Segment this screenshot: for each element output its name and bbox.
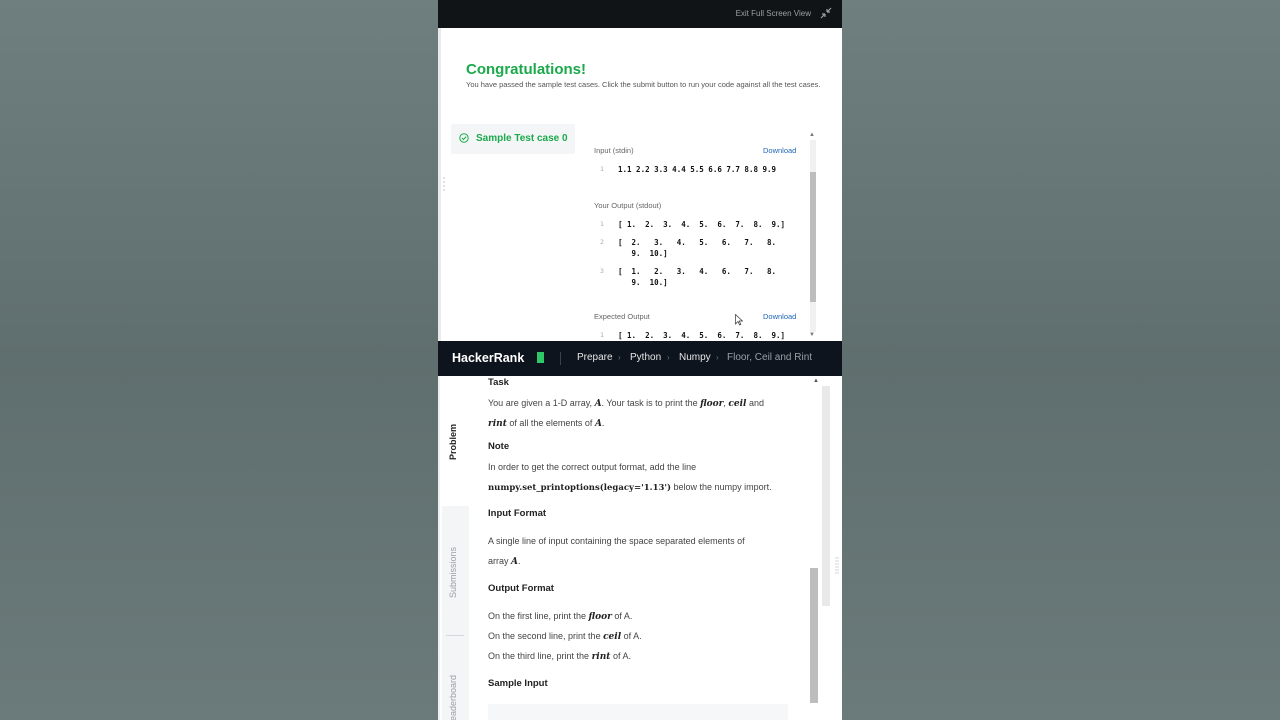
note-heading: Note xyxy=(488,441,510,452)
scroll-track[interactable] xyxy=(822,386,830,606)
resize-handle-icon[interactable] xyxy=(834,556,840,578)
breadcrumb-numpy[interactable]: Numpy xyxy=(679,352,711,363)
input-download-link[interactable]: Download xyxy=(763,146,796,155)
tab-submissions[interactable]: Submissions xyxy=(448,547,458,598)
scroll-thumb[interactable] xyxy=(810,172,816,302)
task-heading: Task xyxy=(488,377,509,388)
test-case-label: Sample Test case 0 xyxy=(476,133,568,144)
task-line-2: rint of all the elements of A. xyxy=(488,418,605,429)
code-line: 1[ 1. 2. 3. 4. 5. 6. 7. 8. 9.] xyxy=(600,331,786,340)
task-line-1: You are given a 1-D array, A. Your task … xyxy=(488,398,764,409)
problem-scrollbar[interactable]: ▲ xyxy=(810,378,832,720)
chevron-right-icon: › xyxy=(667,353,670,362)
fullscreen-topbar: Exit Full Screen View xyxy=(438,0,842,28)
input-format-line-2: array A. xyxy=(488,556,521,567)
output-format-heading: Output Format xyxy=(488,583,554,594)
input-label: Input (stdin) xyxy=(594,146,634,155)
output-format-line-2: On the second line, print the ceil of A. xyxy=(488,631,642,642)
test-result-panel: Congratulations! You have passed the sam… xyxy=(438,28,842,341)
collapse-icon[interactable] xyxy=(820,7,832,19)
logo-mark-icon xyxy=(537,352,544,363)
tab-sample-test-case-0[interactable]: Sample Test case 0 xyxy=(451,124,575,154)
tab-problem[interactable]: Problem xyxy=(448,424,458,460)
input-code-block: 1 1.1 2.2 3.3 4.4 5.5 6.6 7.7 8.8 9.9 xyxy=(594,164,816,175)
output-format-line-1: On the first line, print the floor of A. xyxy=(488,611,633,622)
side-tab-bar: Problem Submissions Leaderboard xyxy=(438,376,470,720)
code-line: 3[ 1. 2. 3. 4. 6. 7. 8. 9. 10.] xyxy=(600,267,777,287)
expected-label: Expected Output xyxy=(594,312,650,321)
expected-code-block: 1[ 1. 2. 3. 4. 5. 6. 7. 8. 9.] xyxy=(594,330,816,341)
check-circle-icon xyxy=(459,133,469,143)
sample-input-heading: Sample Input xyxy=(488,678,548,689)
chevron-right-icon: › xyxy=(716,353,719,362)
input-format-line-1: A single line of input containing the sp… xyxy=(488,536,745,546)
drag-handle-icon[interactable] xyxy=(442,175,446,195)
code-line: 2[ 2. 3. 4. 5. 6. 7. 8. 9. 10.] xyxy=(600,238,777,258)
problem-panel: Problem Submissions Leaderboard Task You… xyxy=(438,376,842,720)
breadcrumb-prepare[interactable]: Prepare xyxy=(577,352,613,363)
nav-divider xyxy=(560,352,561,365)
note-line-1: In order to get the correct output forma… xyxy=(488,462,697,472)
output-label: Your Output (stdout) xyxy=(594,201,662,210)
scroll-thumb[interactable] xyxy=(810,568,818,703)
top-navbar: HackerRank Prepare › Python › Numpy › Fl… xyxy=(438,341,842,376)
output-code-block: 1[ 1. 2. 3. 4. 5. 6. 7. 8. 9.] 2[ 2. 3. … xyxy=(594,219,816,288)
hackerrank-screen: Exit Full Screen View Congratulations! Y… xyxy=(438,0,842,720)
congrats-title: Congratulations! xyxy=(466,61,586,78)
note-line-2: numpy.set_printoptions(legacy='1.13') be… xyxy=(488,482,772,493)
code-line: 1[ 1. 2. 3. 4. 5. 6. 7. 8. 9.] xyxy=(600,220,786,229)
sample-input-box xyxy=(488,704,788,720)
side-tab-divider xyxy=(446,635,464,636)
input-format-heading: Input Format xyxy=(488,508,547,519)
scroll-up-icon[interactable]: ▲ xyxy=(809,132,815,138)
scroll-up-icon[interactable]: ▲ xyxy=(813,378,819,384)
code-line: 1 1.1 2.2 3.3 4.4 5.5 6.6 7.7 8.8 9.9 xyxy=(600,165,777,174)
scroll-down-icon[interactable]: ▼ xyxy=(809,332,815,338)
result-scrollbar[interactable]: ▲ ▼ xyxy=(809,132,817,338)
exit-fullscreen-link[interactable]: Exit Full Screen View xyxy=(736,9,811,18)
mouse-cursor-icon xyxy=(735,314,743,326)
output-format-line-3: On the third line, print the rint of A. xyxy=(488,651,631,662)
congrats-message: You have passed the sample test cases. C… xyxy=(466,80,821,89)
tab-leaderboard[interactable]: Leaderboard xyxy=(448,675,458,720)
breadcrumb-python[interactable]: Python xyxy=(630,352,661,363)
chevron-right-icon: › xyxy=(618,353,621,362)
expected-download-link[interactable]: Download xyxy=(763,312,796,321)
hackerrank-logo[interactable]: HackerRank xyxy=(452,351,524,365)
breadcrumb-current: Floor, Ceil and Rint xyxy=(727,352,813,363)
